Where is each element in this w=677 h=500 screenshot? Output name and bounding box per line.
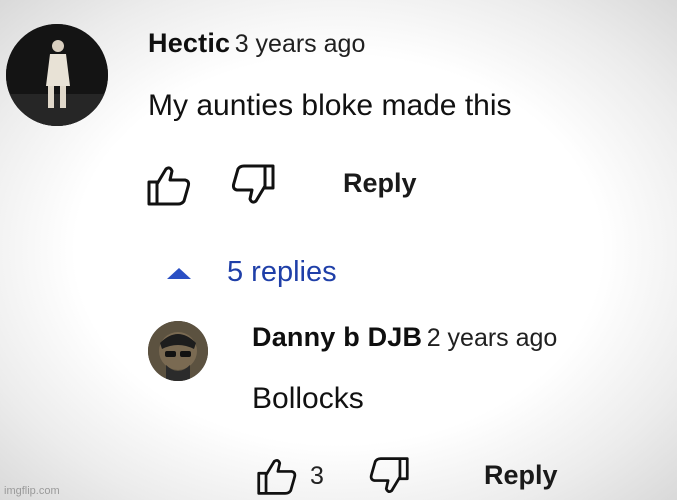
reply-button[interactable]: Reply — [343, 168, 417, 199]
avatar-image — [6, 24, 108, 126]
reply-avatar-image — [148, 321, 208, 381]
reply-avatar[interactable] — [148, 321, 208, 381]
thumbs-up-icon — [257, 459, 297, 495]
replies-toggle[interactable]: 5 replies — [165, 256, 337, 289]
thumbs-down-icon — [231, 164, 275, 204]
caret-up-icon — [167, 267, 191, 279]
reply-author[interactable]: Danny b DJB — [252, 322, 422, 352]
watermark: imgflip.com — [4, 485, 60, 497]
thumbs-up-icon — [147, 166, 191, 206]
replies-count-label: 5 replies — [227, 256, 337, 288]
like-button[interactable] — [146, 163, 192, 207]
avatar[interactable] — [6, 24, 108, 126]
thumbs-down-icon — [369, 457, 409, 493]
reply-like-button[interactable]: 3 — [256, 455, 324, 497]
like-count: 3 — [310, 461, 324, 490]
reply-reply-button[interactable]: Reply — [484, 460, 558, 491]
dislike-button[interactable] — [230, 163, 276, 207]
reply-time[interactable]: 2 years ago — [427, 324, 558, 352]
reply-header: Danny b DJB 2 years ago — [252, 322, 557, 353]
comment-time[interactable]: 3 years ago — [235, 30, 366, 58]
reply-dislike-button[interactable] — [368, 455, 410, 497]
comment-author[interactable]: Hectic — [148, 28, 230, 58]
comment-header: Hectic 3 years ago — [148, 28, 365, 59]
reply-text: Bollocks — [252, 382, 364, 415]
comment-text: My aunties bloke made this — [148, 89, 512, 122]
